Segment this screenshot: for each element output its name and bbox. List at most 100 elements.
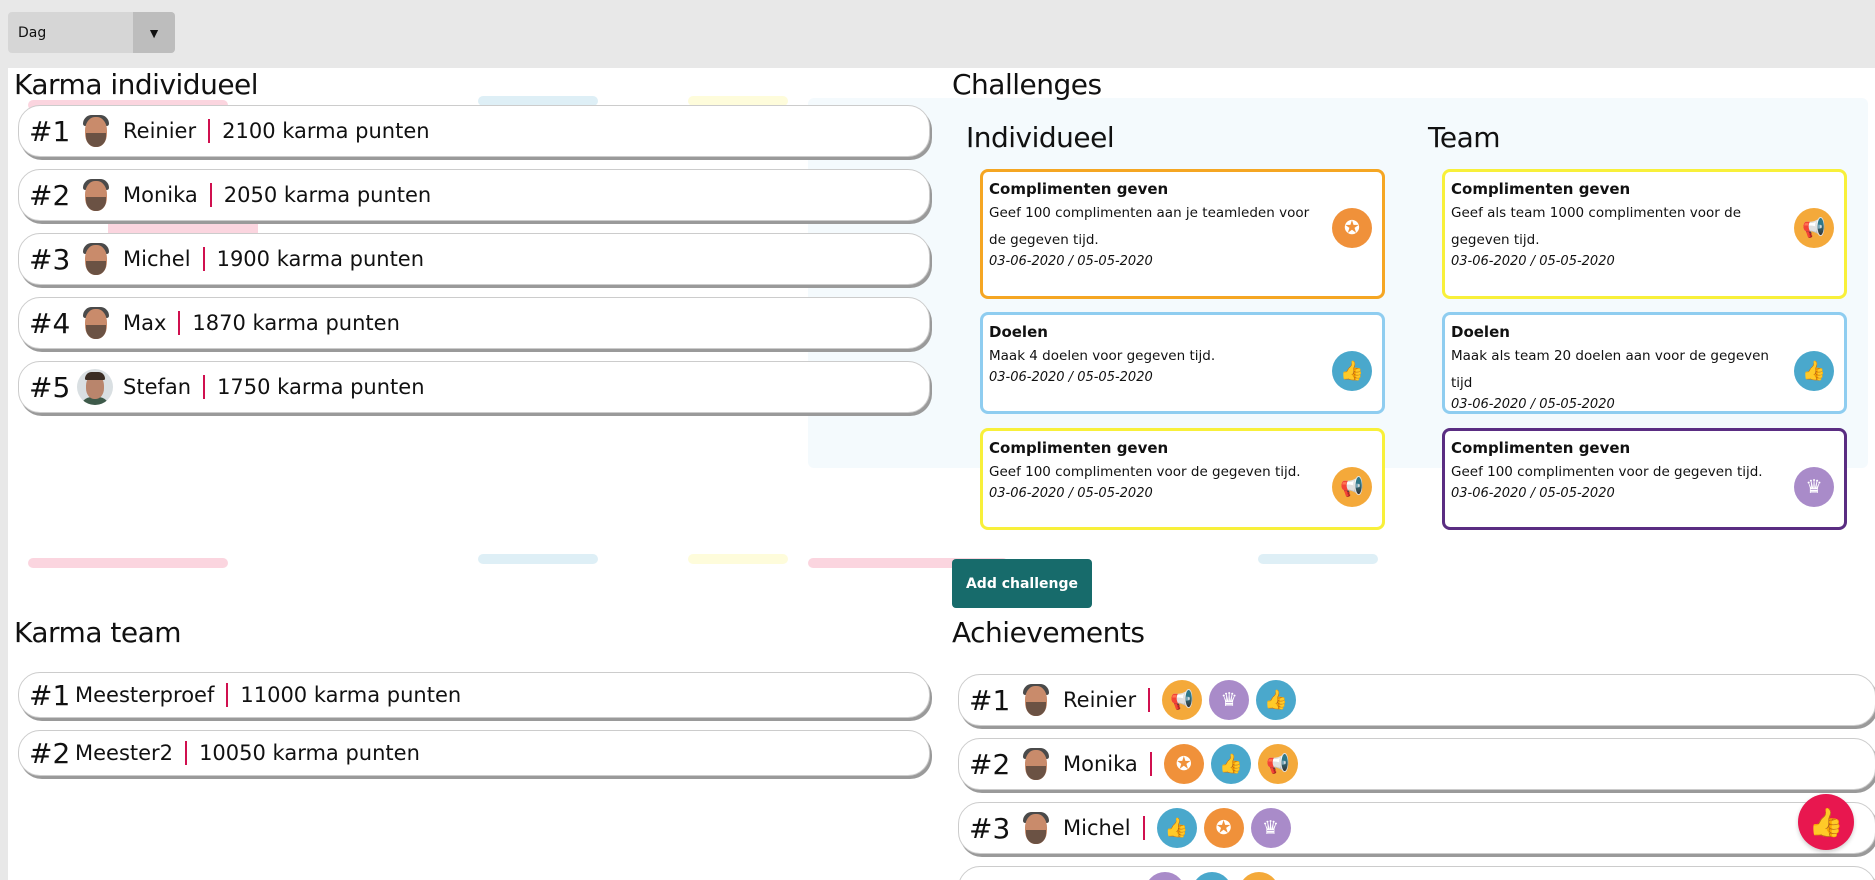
user-name: Monika [1063,752,1138,776]
avatar [77,305,113,341]
medal-icon: ✪ [1163,744,1204,784]
karma-points: 11000 karma punten [240,683,462,707]
megaphone-icon: 📢 [1239,872,1279,880]
karma-points: 2100 karma punten [222,119,430,143]
thumbs-up-icon: 👍 [1332,351,1372,391]
user-name: Monika [123,183,198,207]
divider [202,247,205,271]
team-challenges-title: Team [1428,121,1501,154]
challenge-description: Maak 4 doelen voor gegeven tijd. [989,348,1216,364]
thumbs-up-icon[interactable]: 👍 [1798,794,1854,850]
divider [203,375,206,399]
top-bar: Dag ▼ [0,0,1875,68]
challenge-dates: 03-06-2020 / 05-05-2020 [989,370,1153,385]
avatar [77,113,113,149]
challenge-card[interactable]: Doelen Maak als team 20 doelen aan voor … [1442,312,1847,414]
karma-points: 1750 karma punten [217,375,425,399]
thumbs-up-icon: 👍 [1192,872,1232,880]
megaphone-icon: 📢 [1257,744,1298,784]
medal-icon: ✪ [1203,808,1244,848]
karma-points: 10050 karma punten [199,741,420,765]
challenge-title: Complimenten geven [989,180,1169,198]
karma-points: 1900 karma punten [216,247,425,271]
challenge-card[interactable]: Complimenten geven Geef als team 1000 co… [1442,169,1847,299]
avatar [1017,746,1053,782]
divider [1148,688,1151,712]
karma-row: #4 Max 1870 karma punten [18,297,930,349]
rank-label: #1 [969,683,1011,717]
karma-row: #3 Michel 1900 karma punten [18,233,930,285]
medal-icon: ✪ [1332,208,1372,248]
challenge-title: Complimenten geven [989,439,1169,457]
rank-label: #4 [29,306,71,340]
user-name: Stefan [123,375,192,399]
challenge-description: Maak als team 20 doelen aan voor de gege… [1451,348,1769,391]
period-select[interactable]: Dag ▼ [8,12,175,53]
avatar [1017,810,1053,846]
karma-individual-title: Karma individueel [14,68,259,101]
individual-challenges-title: Individueel [966,121,1115,154]
achievements-title: Achievements [952,616,1145,649]
challenge-description: Geef 100 complimenten voor de gegeven ti… [989,464,1301,480]
rank-label: #1 [29,114,71,148]
karma-row: #2 Monika 2050 karma punten [18,169,930,221]
challenge-card[interactable]: Complimenten geven Geef 100 complimenten… [980,428,1385,530]
avatar [1017,682,1053,718]
thumbs-up-icon: 👍 [1156,808,1197,848]
rank-label: #5 [29,370,71,404]
achievement-row: ♛ 👍 📢 [958,866,1875,880]
challenge-description: Geef 100 complimenten voor de gegeven ti… [1451,464,1763,480]
challenge-description: Geef als team 1000 complimenten voor de … [1451,205,1742,248]
karma-team-title: Karma team [14,616,182,649]
team-name: Meesterproef [75,683,215,707]
challenge-dates: 03-06-2020 / 05-05-2020 [989,486,1153,501]
thumbs-up-icon: 👍 [1210,744,1251,784]
rank-label: #3 [969,811,1011,845]
divider [208,119,211,143]
challenge-description: Geef 100 complimenten aan je teamleden v… [989,205,1310,248]
achievement-row: #1 Reinier 📢 ♛ 👍 [958,674,1875,726]
rank-label: #3 [29,242,71,276]
challenge-title: Complimenten geven [1451,439,1631,457]
challenge-title: Doelen [1451,323,1510,341]
team-name: Meester2 [75,741,174,765]
user-name: Michel [123,247,191,271]
challenge-dates: 03-06-2020 / 05-05-2020 [989,254,1153,269]
karma-points: 1870 karma punten [192,311,400,335]
chevron-down-icon[interactable]: ▼ [133,12,175,53]
challenge-card[interactable]: Complimenten geven Geef 100 complimenten… [1442,428,1847,530]
rank-label: #2 [969,747,1011,781]
divider [1149,752,1152,776]
divider [178,311,181,335]
divider [1142,816,1145,840]
challenge-dates: 03-06-2020 / 05-05-2020 [1451,254,1615,269]
crown-icon: ♛ [1794,467,1834,507]
rank-label: #1 [29,678,71,712]
challenges-title: Challenges [952,68,1102,101]
team-karma-row: #2 Meester2 10050 karma punten [18,730,930,776]
karma-row: #1 Reinier 2100 karma punten [18,105,930,157]
challenge-dates: 03-06-2020 / 05-05-2020 [1451,397,1615,412]
divider [226,683,229,707]
user-name: Max [123,311,167,335]
karma-points: 2050 karma punten [223,183,432,207]
challenge-dates: 03-06-2020 / 05-05-2020 [1451,486,1615,501]
megaphone-icon: 📢 [1162,680,1203,720]
achievement-row: #3 Michel 👍 ✪ ♛ [958,802,1875,854]
crown-icon: ♛ [1145,872,1185,880]
challenge-card[interactable]: Complimenten geven Geef 100 complimenten… [980,169,1385,299]
user-name: Reinier [123,119,197,143]
dashboard-content: Karma individueel #1 Reinier 2100 karma … [8,68,1875,880]
crown-icon: ♛ [1250,808,1291,848]
add-challenge-button[interactable]: Add challenge [952,559,1092,608]
achievement-row: #2 Monika ✪ 👍 📢 [958,738,1875,790]
team-karma-row: #1 Meesterproef 11000 karma punten [18,672,930,718]
user-name: Reinier [1063,688,1137,712]
thumbs-up-icon: 👍 [1256,680,1297,720]
karma-row: #5 Stefan 1750 karma punten [18,361,930,413]
crown-icon: ♛ [1209,680,1250,720]
rank-label: #2 [29,736,71,770]
megaphone-icon: 📢 [1794,208,1834,248]
rank-label: #2 [29,178,71,212]
challenge-card[interactable]: Doelen Maak 4 doelen voor gegeven tijd. … [980,312,1385,414]
